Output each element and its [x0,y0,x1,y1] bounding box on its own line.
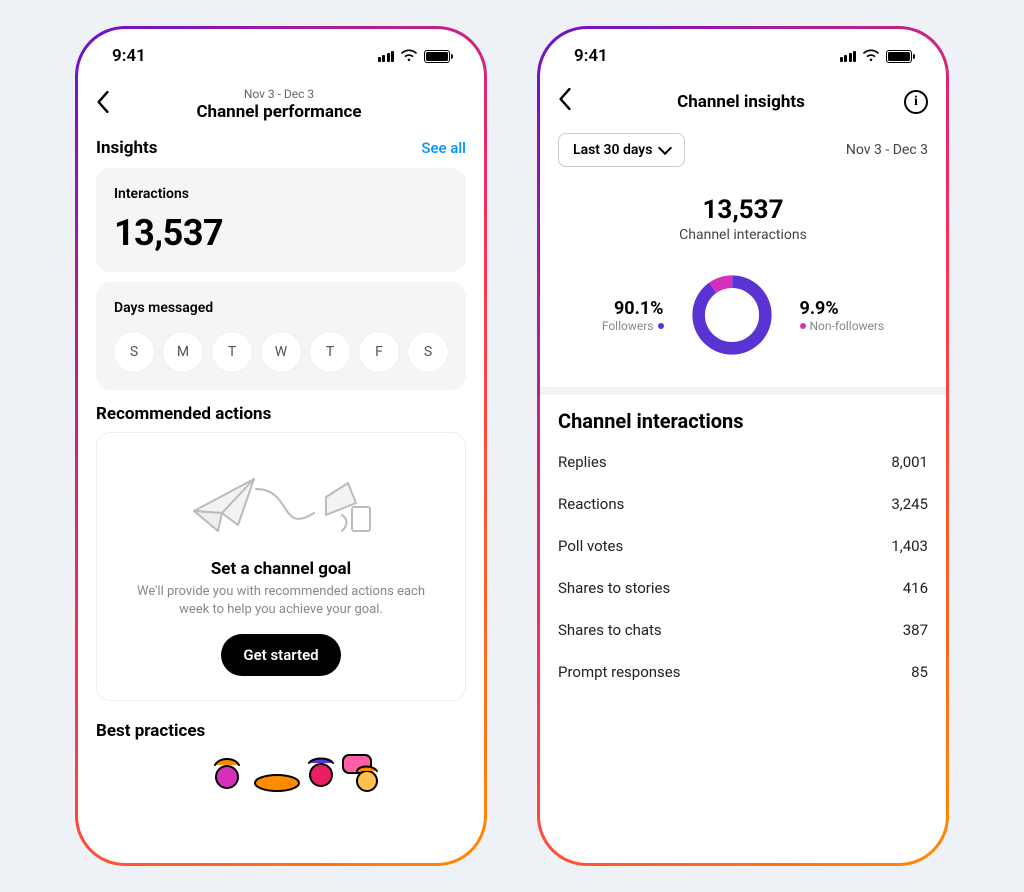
metric-key: Reactions [558,495,624,513]
donut-chart-icon [688,271,776,359]
status-indicators [378,49,451,63]
paper-plane-illustration-icon [117,457,445,547]
metric-row[interactable]: Prompt responses 85 [558,651,928,693]
nav-title: Channel performance [120,102,438,122]
metric-key: Prompt responses [558,663,681,681]
metric-value: 3,245 [891,495,928,513]
wifi-icon [862,49,880,63]
day-pill[interactable]: F [359,332,399,372]
nav-subtitle: Nov 3 - Dec 3 [120,87,438,101]
donut-chart-group: 90.1% Followers 9.9% Non-followers [558,271,928,359]
metric-key: Poll votes [558,537,623,555]
metric-value: 387 [903,621,928,639]
nonfollowers-label: Non-followers [810,319,885,333]
followers-label: Followers [602,319,654,333]
metric-value: 416 [903,579,928,597]
days-messaged-card[interactable]: Days messaged S M T W T F S [96,282,466,390]
followers-legend: 90.1% Followers [602,298,664,333]
metric-row[interactable]: Poll votes 1,403 [558,525,928,567]
nonfollowers-legend: 9.9% Non-followers [800,298,885,333]
section-divider [540,387,946,395]
battery-icon [424,50,450,63]
interactions-card[interactable]: Interactions 13,537 [96,168,466,272]
content: Insights See all Interactions 13,537 Day… [78,132,484,863]
total-interactions-label: Channel interactions [558,227,928,243]
recommended-description: We'll provide you with recommended actio… [131,583,431,618]
legend-dot-purple-icon [658,323,664,329]
metric-key: Shares to chats [558,621,662,639]
metric-value: 85 [911,663,928,681]
battery-icon [886,50,912,63]
chevron-down-icon [658,141,672,155]
nav-title-group: Channel insights [582,92,900,112]
followers-pct: 90.1% [602,298,664,319]
see-all-link[interactable]: See all [421,139,466,157]
metric-key: Shares to stories [558,579,670,597]
phone-channel-insights: 9:41 Channel insights i [537,26,949,866]
legend-dot-magenta-icon [800,323,806,329]
metric-row[interactable]: Replies 8,001 [558,441,928,483]
day-pill[interactable]: S [408,332,448,372]
days-messaged-label: Days messaged [114,300,448,316]
day-pill[interactable]: S [114,332,154,372]
date-range-text: Nov 3 - Dec 3 [846,142,928,158]
back-button[interactable] [96,91,120,119]
content: Last 30 days Nov 3 - Dec 3 13,537 Channe… [540,127,946,863]
phone-channel-performance: 9:41 Nov 3 - Dec 3 Channel performance [75,26,487,866]
metric-value: 8,001 [891,453,928,471]
insights-heading: Insights [96,138,157,158]
screen: 9:41 Channel insights i [540,29,946,863]
best-practices-illustration-icon [96,749,466,799]
status-time: 9:41 [112,46,146,66]
metric-row[interactable]: Shares to stories 416 [558,567,928,609]
breakdown-heading: Channel interactions [558,409,928,433]
status-bar: 9:41 [540,29,946,83]
dropdown-label: Last 30 days [573,142,652,158]
total-interactions-value: 13,537 [558,195,928,225]
day-pill[interactable]: W [261,332,301,372]
day-pill[interactable]: T [310,332,350,372]
back-button[interactable] [558,88,582,116]
day-pill[interactable]: T [212,332,252,372]
recommended-title: Set a channel goal [117,559,445,579]
recommended-card: Set a channel goal We'll provide you wit… [96,432,466,701]
insights-header: Insights See all [96,138,466,158]
date-range-dropdown[interactable]: Last 30 days [558,133,685,167]
nav-bar: Nov 3 - Dec 3 Channel performance [78,83,484,132]
signal-icon [840,50,857,62]
interactions-value: 13,537 [114,212,448,254]
metric-value: 1,403 [891,537,928,555]
info-button[interactable]: i [900,90,928,114]
nonfollowers-pct: 9.9% [800,298,885,319]
day-pill[interactable]: M [163,332,203,372]
metric-row[interactable]: Shares to chats 387 [558,609,928,651]
interactions-label: Interactions [114,186,448,202]
nav-title: Channel insights [582,92,900,112]
get-started-button[interactable]: Get started [221,634,340,676]
metric-row[interactable]: Reactions 3,245 [558,483,928,525]
filter-row: Last 30 days Nov 3 - Dec 3 [558,133,928,167]
best-practices-heading: Best practices [96,721,466,741]
nav-bar: Channel insights i [540,83,946,127]
wifi-icon [400,49,418,63]
metric-key: Replies [558,453,607,471]
info-icon: i [904,90,928,114]
screen: 9:41 Nov 3 - Dec 3 Channel performance [78,29,484,863]
recommended-heading: Recommended actions [96,404,466,424]
status-indicators [840,49,913,63]
nav-title-group: Nov 3 - Dec 3 Channel performance [120,87,438,122]
status-time: 9:41 [574,46,608,66]
signal-icon [378,50,395,62]
status-bar: 9:41 [78,29,484,83]
days-row: S M T W T F S [114,332,448,372]
